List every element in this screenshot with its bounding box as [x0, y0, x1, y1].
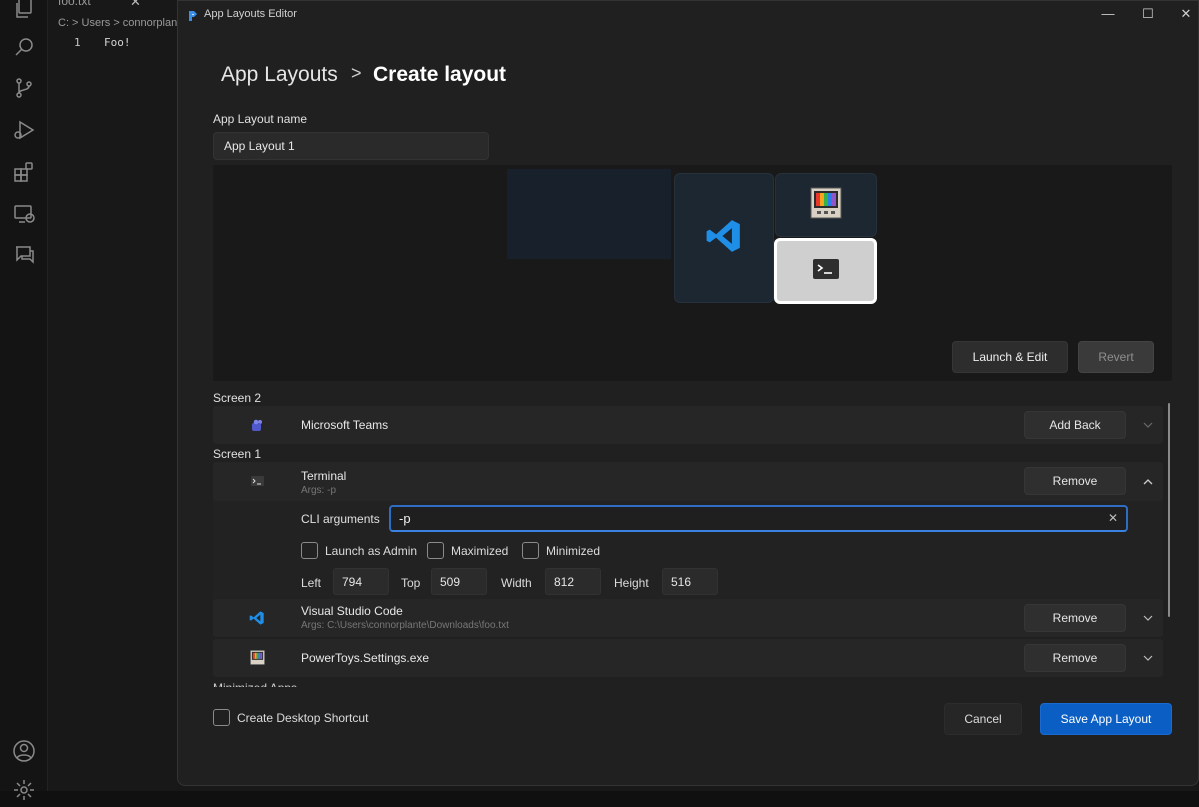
- editor-line-text[interactable]: Foo!: [104, 36, 131, 49]
- layout-preview: Launch & Edit Revert: [213, 165, 1172, 381]
- chevron-down-icon[interactable]: [1140, 610, 1156, 626]
- activity-bar: [0, 0, 48, 800]
- minimized-checkbox[interactable]: Minimized: [522, 542, 600, 559]
- height-input[interactable]: [662, 568, 718, 595]
- close-window-button[interactable]: ✕: [1174, 5, 1198, 23]
- editor-tab-title[interactable]: foo.txt: [58, 0, 91, 8]
- create-desktop-shortcut-checkbox[interactable]: Create Desktop Shortcut: [213, 709, 368, 726]
- terminal-icon: [249, 473, 265, 489]
- revert-button[interactable]: Revert: [1078, 341, 1154, 373]
- preview-tile-terminal-selected[interactable]: [774, 238, 877, 304]
- app-row-powertoys-settings[interactable]: PowerToys.Settings.exe Remove: [213, 639, 1163, 677]
- remote-explorer-icon[interactable]: [12, 202, 36, 226]
- top-input[interactable]: [431, 568, 487, 595]
- app-name: PowerToys.Settings.exe: [301, 651, 430, 665]
- source-control-icon[interactable]: [12, 76, 36, 100]
- checkbox-box[interactable]: [301, 542, 318, 559]
- maximize-button[interactable]: ☐: [1136, 5, 1160, 23]
- launch-edit-button[interactable]: Launch & Edit: [952, 341, 1068, 373]
- title-bar[interactable]: App Layouts Editor — ☐ ✕: [178, 1, 1198, 29]
- layout-name-input[interactable]: [213, 132, 489, 160]
- app-row-visual-studio-code[interactable]: Visual Studio Code Args: C:\Users\connor…: [213, 599, 1163, 637]
- vscode-icon: [705, 217, 743, 260]
- remove-button[interactable]: Remove: [1024, 467, 1126, 495]
- powertoys-icon: [810, 187, 842, 224]
- line-number: 1: [74, 36, 81, 49]
- app-args: Args: -p: [301, 485, 337, 496]
- checkbox-label: Launch as Admin: [325, 543, 418, 558]
- app-name: Microsoft Teams: [301, 418, 389, 432]
- group-label-screen-2: Screen 2: [213, 391, 262, 405]
- extensions-icon[interactable]: [12, 160, 36, 184]
- search-icon[interactable]: [12, 35, 36, 59]
- powertoys-icon: [249, 649, 265, 665]
- maximized-checkbox[interactable]: Maximized: [427, 542, 508, 559]
- close-icon[interactable]: ✕: [130, 0, 141, 10]
- clear-input-icon[interactable]: ✕: [1106, 511, 1120, 525]
- app-layouts-editor-window: App Layouts Editor — ☐ ✕ App Layouts > C…: [177, 0, 1199, 786]
- add-back-button[interactable]: Add Back: [1024, 411, 1126, 439]
- chat-icon[interactable]: [12, 242, 36, 266]
- cli-arguments-input[interactable]: [389, 505, 1128, 532]
- chevron-up-icon[interactable]: [1140, 474, 1156, 490]
- run-debug-icon[interactable]: [12, 118, 36, 142]
- checkbox-box[interactable]: [213, 709, 230, 726]
- chevron-down-icon[interactable]: [1140, 417, 1156, 433]
- width-input[interactable]: [545, 568, 601, 595]
- width-label: Width: [501, 576, 532, 590]
- preview-tile-vscode[interactable]: [674, 173, 774, 303]
- powertoys-app-icon: [188, 9, 198, 21]
- checkbox-label: Create Desktop Shortcut: [237, 710, 369, 725]
- checkbox-label: Maximized: [451, 543, 509, 558]
- checkbox-box[interactable]: [427, 542, 444, 559]
- group-label-screen-1: Screen 1: [213, 447, 262, 461]
- list-scrollbar[interactable]: [1168, 403, 1170, 617]
- cli-arguments-label: CLI arguments: [301, 512, 380, 526]
- checkbox-box[interactable]: [522, 542, 539, 559]
- terminal-icon: [812, 258, 839, 284]
- editor-breadcrumb[interactable]: C: > Users > connorplan: [58, 17, 177, 29]
- minimized-apps-label: Minimized Apps: [213, 678, 297, 687]
- screen-2-preview-zone: [507, 169, 671, 259]
- breadcrumb-chevron-icon: >: [351, 63, 362, 83]
- cancel-button[interactable]: Cancel: [944, 703, 1022, 735]
- window-title: App Layouts Editor: [204, 8, 297, 20]
- page-title: Create layout: [373, 63, 507, 86]
- account-icon[interactable]: [12, 739, 36, 763]
- left-input[interactable]: [333, 568, 389, 595]
- app-name: Visual Studio Code: [301, 604, 403, 618]
- breadcrumb-app-layouts[interactable]: App Layouts: [221, 63, 338, 87]
- preview-tile-powertoys[interactable]: [775, 173, 877, 237]
- minimize-button[interactable]: —: [1096, 5, 1120, 23]
- layout-name-label: App Layout name: [213, 112, 308, 126]
- remove-button[interactable]: Remove: [1024, 604, 1126, 632]
- top-label: Top: [401, 576, 421, 590]
- height-label: Height: [614, 576, 649, 590]
- left-label: Left: [301, 576, 322, 590]
- teams-icon: [249, 417, 265, 433]
- settings-gear-icon[interactable]: [12, 778, 36, 802]
- vscode-icon: [249, 610, 265, 626]
- remove-button[interactable]: Remove: [1024, 644, 1126, 672]
- app-row-microsoft-teams[interactable]: Microsoft Teams Add Back: [213, 406, 1163, 444]
- app-args: Args: C:\Users\connorplante\Downloads\fo…: [301, 620, 509, 631]
- app-name: Terminal: [301, 469, 347, 483]
- checkbox-label: Minimized: [546, 543, 601, 558]
- chevron-down-icon[interactable]: [1140, 650, 1156, 666]
- app-row-terminal[interactable]: Terminal Args: -p Remove: [213, 462, 1163, 501]
- save-app-layout-button[interactable]: Save App Layout: [1040, 703, 1172, 735]
- explorer-icon[interactable]: [12, 0, 36, 20]
- terminal-details-panel: CLI arguments ✕ Launch as Admin Maximize…: [213, 501, 1163, 599]
- launch-as-admin-checkbox[interactable]: Launch as Admin: [301, 542, 417, 559]
